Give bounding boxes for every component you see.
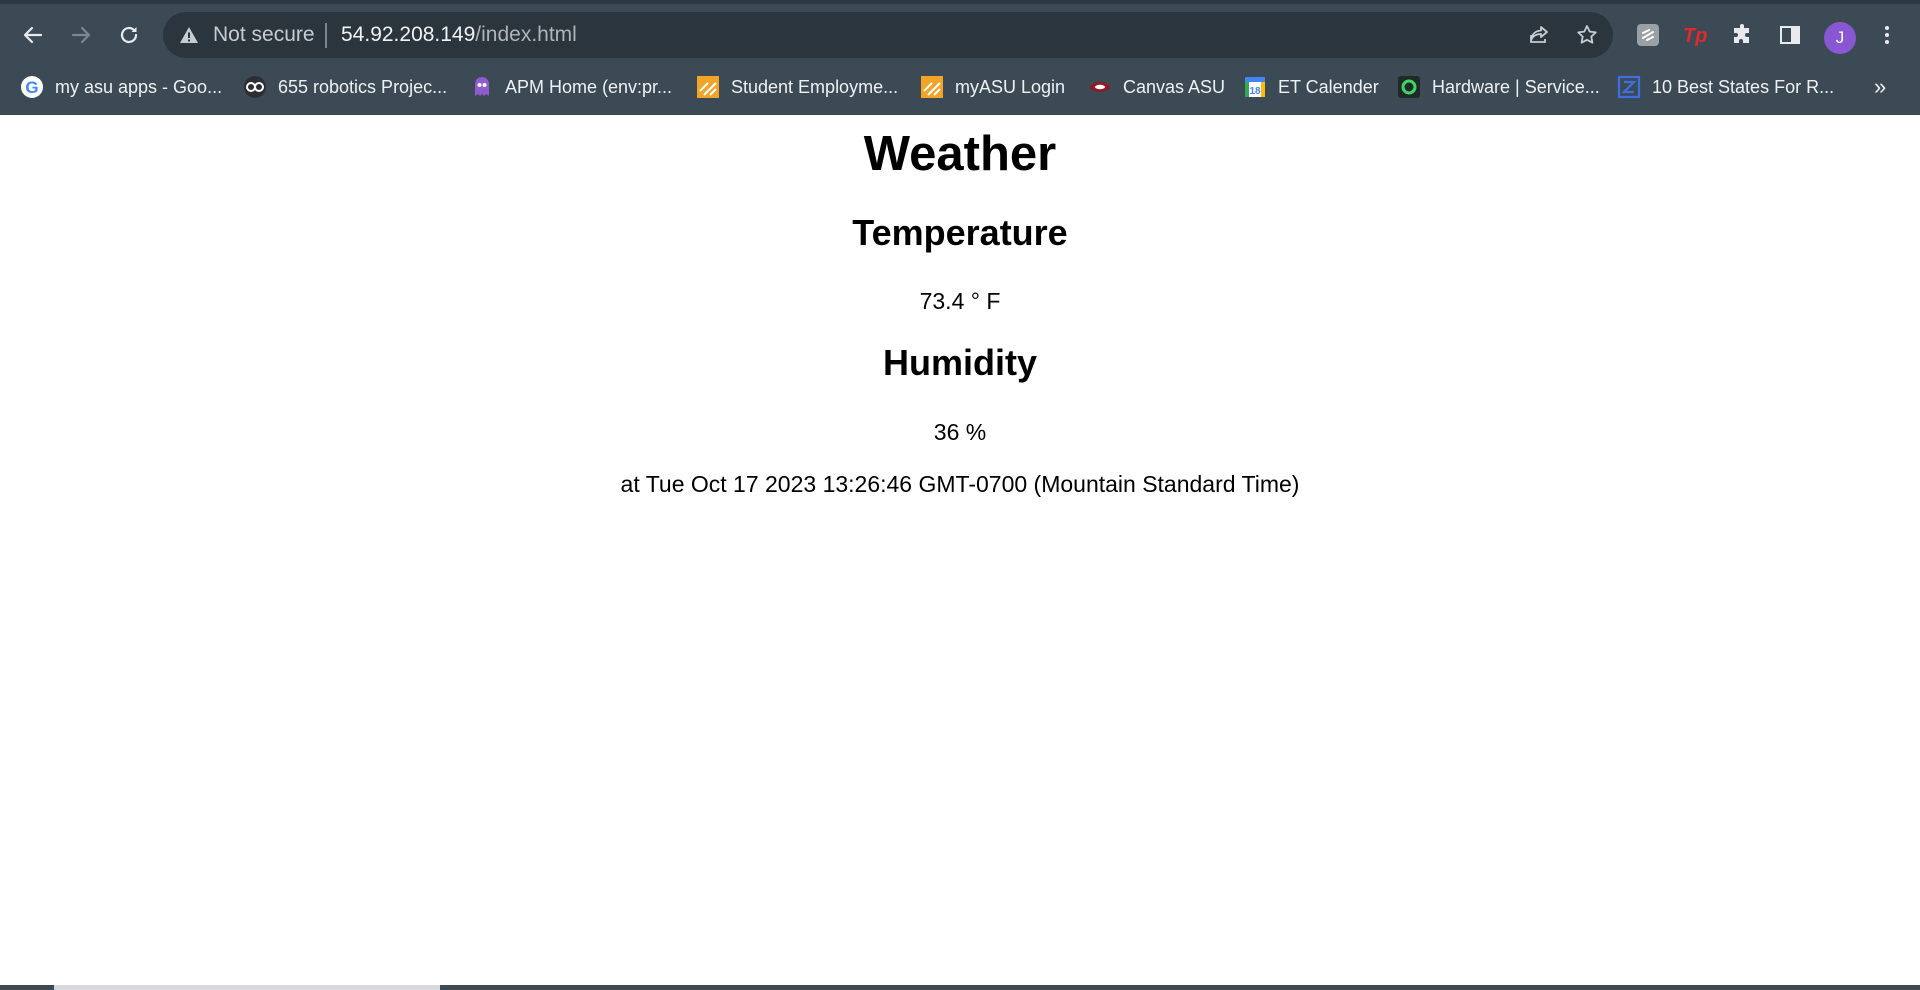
forward-button[interactable] [63, 17, 99, 53]
puzzle-icon [1734, 24, 1749, 43]
bookmark-label: myASU Login [955, 76, 1066, 97]
side-panel-icon [1780, 26, 1800, 44]
bookmarks-overflow-button[interactable]: » [1874, 70, 1886, 104]
temperature-value: 73.4 ° F [919, 288, 1001, 314]
url-text[interactable]: 54.92.208.149/index.html [341, 23, 577, 47]
address-divider [325, 23, 327, 48]
back-button[interactable] [15, 17, 51, 53]
bookmark-label: my asu apps - Goo... [55, 76, 223, 97]
temperature-heading: Temperature [852, 212, 1068, 253]
bookmarks-bar: G my asu apps - Goo... 655 robotics Proj… [0, 70, 1920, 104]
humidity-value: 36 % [933, 419, 987, 445]
svg-text:G: G [25, 78, 38, 97]
reading-timestamp: at Tue Oct 17 2023 13:26:46 GMT-0700 (Mo… [620, 471, 1300, 497]
svg-text:Tp: Tp [1683, 25, 1707, 47]
extensions-menu-button[interactable] [1728, 20, 1758, 50]
humidity-heading: Humidity [882, 342, 1037, 383]
page-content: Weather Temperature 73.4 ° F Humidity 36… [0, 115, 1920, 990]
bookmark-item[interactable]: 10 Best States For R... [1617, 70, 1834, 104]
grey-extension-icon [1637, 24, 1659, 46]
warning-icon[interactable] [179, 25, 199, 45]
more-vertical-icon [1885, 26, 1889, 44]
address-bar[interactable]: Not secure 54.92.208.149/index.html [163, 12, 1613, 58]
bookmark-item[interactable]: APM Home (env:pr... [470, 70, 672, 104]
bookmark-star-button[interactable] [1573, 21, 1601, 49]
goggles-icon [243, 75, 267, 99]
browser-toolbar: Not secure 54.92.208.149/index.html Tp J [0, 4, 1920, 64]
browser-chrome: Not secure 54.92.208.149/index.html Tp J… [0, 0, 1920, 115]
hardware-service-icon [1397, 75, 1421, 99]
scrollbar-thumb[interactable] [54, 985, 440, 990]
purple-mascot-icon [470, 75, 494, 99]
bookmark-item[interactable]: myASU Login [920, 70, 1065, 104]
bookmark-label: 655 robotics Projec... [278, 76, 448, 97]
bookmark-label: Hardware | Service... [1432, 76, 1600, 97]
url-host: 54.92.208.149 [341, 23, 476, 46]
bookmark-item[interactable]: Student Employme... [696, 70, 898, 104]
share-icon [1530, 26, 1548, 43]
calendar-icon: 18 [1243, 75, 1267, 99]
browser-menu-button[interactable] [1872, 20, 1902, 50]
profile-avatar[interactable]: J [1824, 22, 1856, 54]
side-panel-button[interactable] [1775, 20, 1805, 50]
page-title: Weather [863, 127, 1057, 181]
extension-button[interactable]: Tp [1681, 20, 1711, 50]
tp-extension-icon: Tp [1683, 25, 1707, 47]
star-icon [1577, 25, 1597, 44]
google-icon: G [20, 75, 44, 99]
bookmark-item[interactable]: G my asu apps - Goo... [20, 70, 222, 104]
canvas-icon [1088, 75, 1112, 99]
extension-button[interactable] [1633, 20, 1663, 50]
z-logo-icon [1617, 75, 1641, 99]
bookmark-item[interactable]: 655 robotics Projec... [243, 70, 447, 104]
bookmark-label: 10 Best States For R... [1652, 76, 1835, 97]
bookmark-label: ET Calender [1278, 76, 1379, 97]
url-path: /index.html [475, 23, 577, 46]
reload-icon [120, 26, 138, 44]
asu-orange-icon [920, 75, 944, 99]
svg-text:18: 18 [1249, 86, 1261, 97]
reload-button[interactable] [111, 17, 147, 53]
security-status-label[interactable]: Not secure [213, 23, 315, 47]
arrow-right-icon [71, 26, 91, 44]
bookmark-item[interactable]: Canvas ASU [1088, 70, 1225, 104]
bookmark-label: Student Employme... [731, 76, 899, 97]
share-button[interactable] [1525, 21, 1553, 49]
arrow-left-icon [23, 26, 43, 44]
bookmark-item[interactable]: 18 ET Calender [1243, 70, 1379, 104]
asu-orange-icon [696, 75, 720, 99]
bookmark-label: Canvas ASU [1123, 76, 1226, 97]
bookmark-item[interactable]: Hardware | Service... [1397, 70, 1600, 104]
bookmark-label: APM Home (env:pr... [505, 76, 673, 97]
